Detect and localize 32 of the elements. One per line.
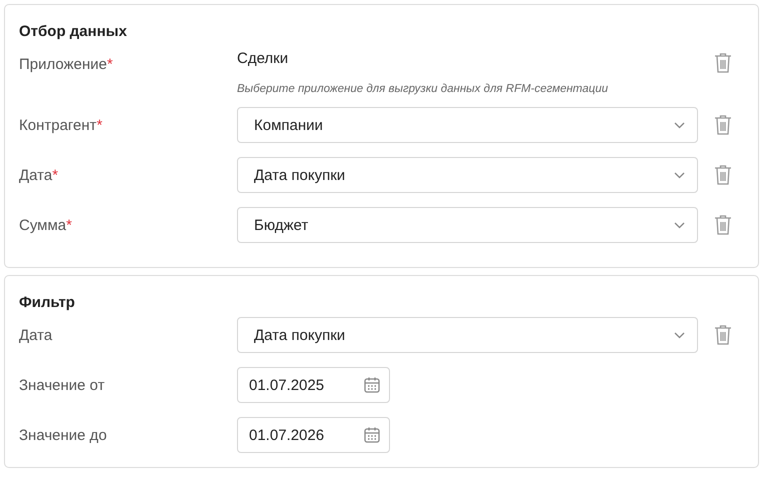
- dropdown[interactable]: Компании: [237, 107, 698, 143]
- field-label: Значение от: [19, 376, 105, 394]
- calendar-icon: [363, 376, 381, 394]
- trash-icon[interactable]: [714, 164, 732, 186]
- field-label: Сумма: [19, 216, 66, 234]
- required-mark: *: [96, 116, 102, 134]
- dropdown[interactable]: Дата покупки: [237, 157, 698, 193]
- field-label: Дата: [19, 326, 52, 344]
- field-label: Приложение: [19, 56, 107, 73]
- field-value: Сделки: [237, 49, 290, 67]
- trash-icon[interactable]: [714, 214, 732, 236]
- section-title: Фильтр: [19, 294, 76, 311]
- field-label: Дата: [19, 166, 52, 184]
- field-hint: Выберите приложение для выгрузки данных для RFM-сегментации: [237, 83, 610, 95]
- chevron-down-icon: [674, 332, 685, 338]
- field-label: Контрагент: [19, 116, 97, 134]
- trash-icon[interactable]: [714, 324, 732, 346]
- section-title: Отбор данных: [19, 23, 128, 40]
- field-label: Значение до: [19, 426, 107, 444]
- chevron-down-icon: [674, 122, 685, 128]
- trash-icon[interactable]: [714, 114, 732, 136]
- dropdown[interactable]: Дата покупки: [237, 317, 698, 353]
- required-mark: *: [106, 56, 113, 73]
- required-mark: *: [52, 166, 58, 184]
- required-mark: *: [66, 216, 72, 234]
- trash-icon[interactable]: [714, 52, 732, 74]
- chevron-down-icon: [674, 172, 685, 178]
- calendar-icon: [363, 426, 381, 444]
- date-field[interactable]: 01.07.2026: [237, 417, 390, 453]
- date-field[interactable]: 01.07.2025: [237, 367, 390, 403]
- chevron-down-icon: [674, 222, 685, 228]
- dropdown[interactable]: Бюджет: [237, 207, 698, 243]
